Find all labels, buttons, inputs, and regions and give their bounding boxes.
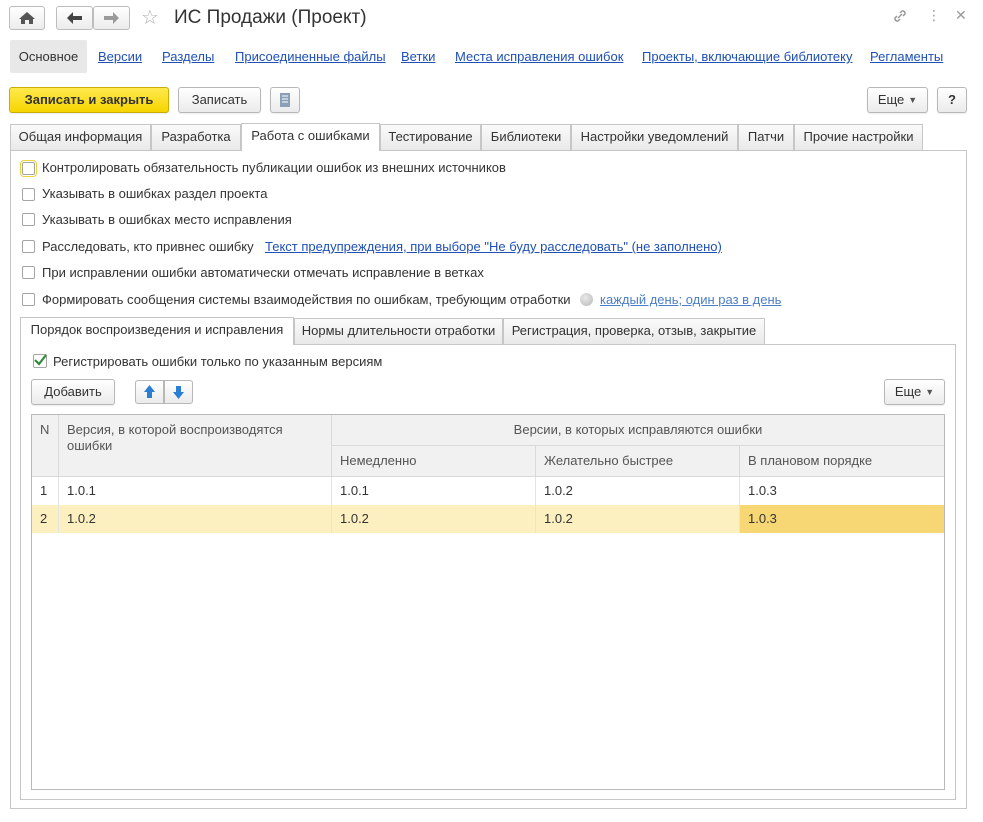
- label-control-publication: Контролировать обязательность публикации…: [42, 160, 506, 175]
- row-immediate: 1.0.1: [332, 477, 536, 505]
- tab-testing[interactable]: Тестирование: [380, 124, 481, 150]
- row-faster: 1.0.2: [536, 505, 740, 533]
- chevron-down-icon: ▼: [908, 95, 918, 105]
- checkbox-control-publication[interactable]: [20, 160, 37, 177]
- arrow-left-icon: [67, 12, 82, 24]
- label-interaction-messages: Формировать сообщения системы взаимодейс…: [42, 292, 571, 307]
- tab-libraries[interactable]: Библиотеки: [481, 124, 571, 150]
- row-faster: 1.0.2: [536, 477, 740, 505]
- header-fixed-versions-group: Версии, в которых исправляются ошибки: [332, 415, 944, 446]
- tab-notification-settings[interactable]: Настройки уведомлений: [571, 124, 738, 150]
- nav-regulations[interactable]: Регламенты: [870, 49, 943, 64]
- header-planned[interactable]: В плановом порядке: [740, 446, 944, 477]
- schedule-link[interactable]: каждый день; один раз в день: [600, 292, 781, 307]
- report-button[interactable]: [270, 87, 300, 113]
- nav-attached-files[interactable]: Присоединенные файлы: [235, 49, 386, 64]
- header-faster[interactable]: Желательно быстрее: [536, 446, 740, 477]
- label-investigate-author: Расследовать, кто привнес ошибку: [42, 239, 254, 254]
- arrow-down-icon: [173, 386, 184, 399]
- save-button[interactable]: Записать: [178, 87, 261, 113]
- back-button[interactable]: [56, 6, 93, 30]
- row-version: 1.0.2: [59, 505, 332, 533]
- nav-fix-locations[interactable]: Места исправления ошибок: [455, 49, 623, 64]
- tab-patches[interactable]: Патчи: [738, 124, 794, 150]
- nav-branches[interactable]: Ветки: [401, 49, 435, 64]
- forward-button[interactable]: [93, 6, 130, 30]
- warning-text-link[interactable]: Текст предупреждения, при выборе "Не буд…: [265, 239, 722, 254]
- tab-development[interactable]: Разработка: [151, 124, 241, 150]
- inner-tab-registration[interactable]: Регистрация, проверка, отзыв, закрытие: [503, 318, 765, 344]
- header-immediate[interactable]: Немедленно: [332, 446, 536, 477]
- table-row[interactable]: 1 1.0.1 1.0.1 1.0.2 1.0.3: [32, 477, 944, 505]
- help-button[interactable]: ?: [937, 87, 967, 113]
- move-down-button[interactable]: [164, 380, 193, 404]
- row-immediate: 1.0.2: [332, 505, 536, 533]
- checkbox-register-by-versions[interactable]: [33, 354, 47, 368]
- arrow-right-icon: [104, 12, 119, 24]
- nav-sections[interactable]: Разделы: [162, 49, 214, 64]
- tab-other-settings[interactable]: Прочие настройки: [794, 124, 923, 150]
- chevron-down-icon: ▼: [925, 387, 935, 397]
- header-n[interactable]: N: [32, 415, 59, 477]
- arrow-up-icon: [144, 385, 155, 398]
- checkbox-project-section[interactable]: [22, 188, 35, 201]
- tab-general-info[interactable]: Общая информация: [10, 124, 151, 150]
- row-version: 1.0.1: [59, 477, 332, 505]
- header-reproduced-version[interactable]: Версия, в которой воспроизводятся ошибки: [59, 415, 332, 477]
- label-fix-location: Указывать в ошибках место исправления: [42, 212, 292, 227]
- save-and-close-button[interactable]: Записать и закрыть: [9, 87, 169, 113]
- row-n: 1: [32, 477, 59, 505]
- inner-tab-duration-norms[interactable]: Нормы длительности отработки: [294, 318, 503, 344]
- label-project-section: Указывать в ошибках раздел проекта: [42, 186, 268, 201]
- checkbox-investigate-author[interactable]: [22, 240, 35, 253]
- favorite-star-icon[interactable]: ☆: [141, 5, 159, 30]
- row-n: 2: [32, 505, 59, 533]
- link-icon[interactable]: [892, 8, 908, 27]
- checkmark-icon: [34, 354, 47, 366]
- schedule-status-icon: [580, 293, 593, 306]
- inner-tab-reproduction-fix[interactable]: Порядок воспроизведения и исправления: [20, 317, 294, 345]
- table-more-button[interactable]: Еще ▼: [884, 379, 945, 405]
- window-title: ИС Продажи (Проект): [174, 7, 367, 28]
- more-vertical-icon[interactable]: ⋮: [927, 7, 941, 24]
- checkbox-auto-mark-branches[interactable]: [22, 266, 35, 279]
- table-more-label: Еще: [894, 384, 922, 399]
- add-button[interactable]: Добавить: [31, 379, 115, 405]
- label-auto-mark-branches: При исправлении ошибки автоматически отм…: [42, 265, 484, 280]
- close-icon[interactable]: ✕: [955, 7, 967, 24]
- nav-versions[interactable]: Версии: [98, 49, 142, 64]
- move-up-button[interactable]: [135, 380, 164, 404]
- row-planned-active-cell[interactable]: 1.0.3: [740, 505, 944, 533]
- row-planned: 1.0.3: [748, 483, 777, 498]
- tab-bug-handling[interactable]: Работа с ошибками: [241, 123, 380, 151]
- home-icon: [19, 12, 35, 24]
- more-label: Еще: [877, 92, 905, 107]
- nav-projects-including-library[interactable]: Проекты, включающие библиотеку: [642, 49, 852, 64]
- nav-main[interactable]: Основное: [10, 40, 87, 73]
- checkbox-interaction-messages[interactable]: [22, 293, 35, 306]
- document-list-icon: [280, 93, 290, 107]
- label-register-by-versions: Регистрировать ошибки только по указанны…: [53, 354, 383, 369]
- checkbox-fix-location[interactable]: [22, 213, 35, 226]
- more-button[interactable]: Еще ▼: [867, 87, 928, 113]
- versions-table[interactable]: N Версия, в которой воспроизводятся ошиб…: [31, 414, 945, 790]
- table-row-selected[interactable]: 2 1.0.2 1.0.2 1.0.2 1.0.3: [32, 505, 944, 533]
- home-button[interactable]: [9, 6, 45, 30]
